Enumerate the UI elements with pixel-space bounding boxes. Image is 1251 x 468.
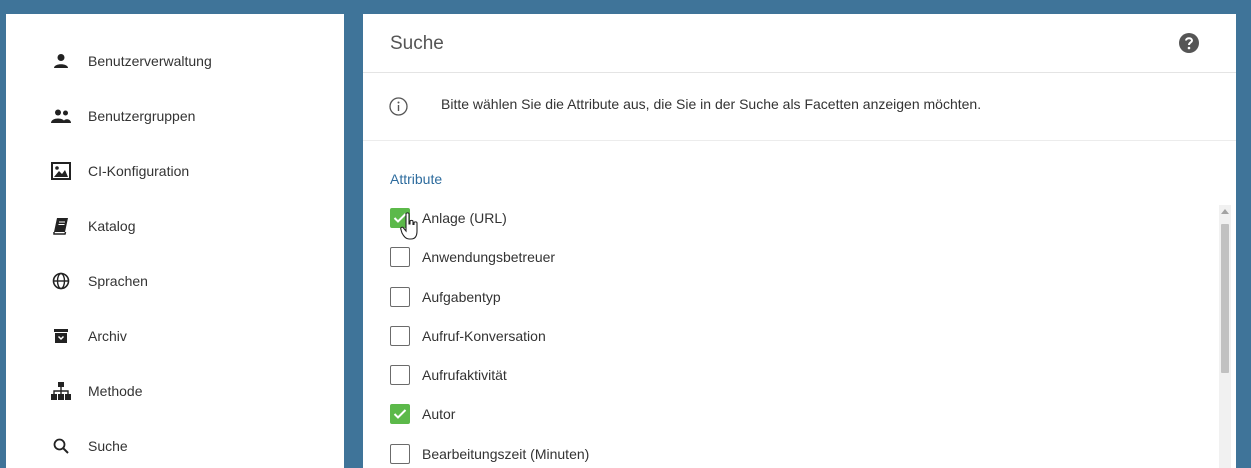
sidebar-item-label: Sprachen [88,273,148,289]
checkbox[interactable] [390,444,410,464]
sidebar-item-label: Katalog [88,218,136,234]
sidebar-item-methode[interactable]: Methode [6,371,344,411]
hand-cursor-icon [400,212,418,240]
sidebar-item-label: Benutzergruppen [88,108,196,124]
sidebar-item-label: CI-Konfiguration [88,163,190,179]
info-text: Bitte wählen Sie die Attribute aus, die … [441,96,982,112]
checkbox[interactable] [390,404,410,424]
attributes-heading: Attribute [390,171,443,187]
sidebar-item-label: Benutzerverwaltung [88,53,212,69]
scroll-up-arrow-icon[interactable] [1221,207,1229,215]
checkbox[interactable] [390,287,410,307]
sidebar-item-ci-konfiguration[interactable]: CI-Konfiguration [6,151,344,191]
sidebar-item-archiv[interactable]: Archiv [6,316,344,356]
sidebar-item-katalog[interactable]: Katalog [6,206,344,246]
sitemap-icon [50,380,72,402]
globe-icon [50,270,72,292]
sidebar: Benutzerverwaltung Benutzergruppen CI-Ko… [6,14,344,468]
check-icon [393,409,407,419]
checkbox-label: Aufruf-Konversation [422,328,546,344]
attributes-scrollbar[interactable] [1219,205,1231,468]
sidebar-item-suche[interactable]: Suche [6,426,344,466]
person-icon [50,50,72,72]
search-settings-panel: Suche Bitte wählen Sie die Attribute aus… [363,14,1236,468]
page-title: Suche [390,33,444,54]
checkbox-label: Autor [422,406,456,422]
archive-icon [50,325,72,347]
book-icon [50,215,72,237]
attribute-checkbox-aufgabentyp[interactable]: Aufgabentyp [390,284,1190,310]
attribute-checkbox-aufruf-konversation[interactable]: Aufruf-Konversation [390,323,1190,349]
sidebar-item-sprachen[interactable]: Sprachen [6,261,344,301]
people-icon [50,105,72,127]
search-icon [50,435,72,457]
checkbox-label: Bearbeitungszeit (Minuten) [422,446,590,462]
checkbox-label: Anlage (URL) [422,210,507,226]
sidebar-item-benutzergruppen[interactable]: Benutzergruppen [6,96,344,136]
checkbox[interactable] [390,326,410,346]
attribute-checkbox-aufrufaktivitaet[interactable]: Aufrufaktivität [390,362,1190,388]
sidebar-item-label: Methode [88,383,143,399]
sidebar-item-label: Archiv [88,328,127,344]
attribute-checkbox-anlage-url[interactable]: Anlage (URL) [390,205,1190,231]
checkbox-label: Aufrufaktivität [422,367,507,383]
checkbox[interactable] [390,365,410,385]
attribute-checkbox-bearbeitungszeit[interactable]: Bearbeitungszeit (Minuten) [390,441,1190,467]
checkbox-label: Anwendungsbetreuer [422,249,556,265]
image-icon [50,160,72,182]
checkbox-label: Aufgabentyp [422,289,501,305]
checkbox[interactable] [390,247,410,267]
attribute-checkbox-anwendungsbetreuer[interactable]: Anwendungsbetreuer [390,244,1190,270]
scrollbar-thumb[interactable] [1221,224,1229,373]
sidebar-item-benutzerverwaltung[interactable]: Benutzerverwaltung [6,41,344,81]
attribute-checkbox-autor[interactable]: Autor [390,401,1190,427]
info-icon [389,97,408,116]
help-icon[interactable] [1179,33,1199,53]
sidebar-item-label: Suche [88,438,128,454]
panel-header: Suche [363,14,1236,73]
info-message: Bitte wählen Sie die Attribute aus, die … [363,73,1236,141]
